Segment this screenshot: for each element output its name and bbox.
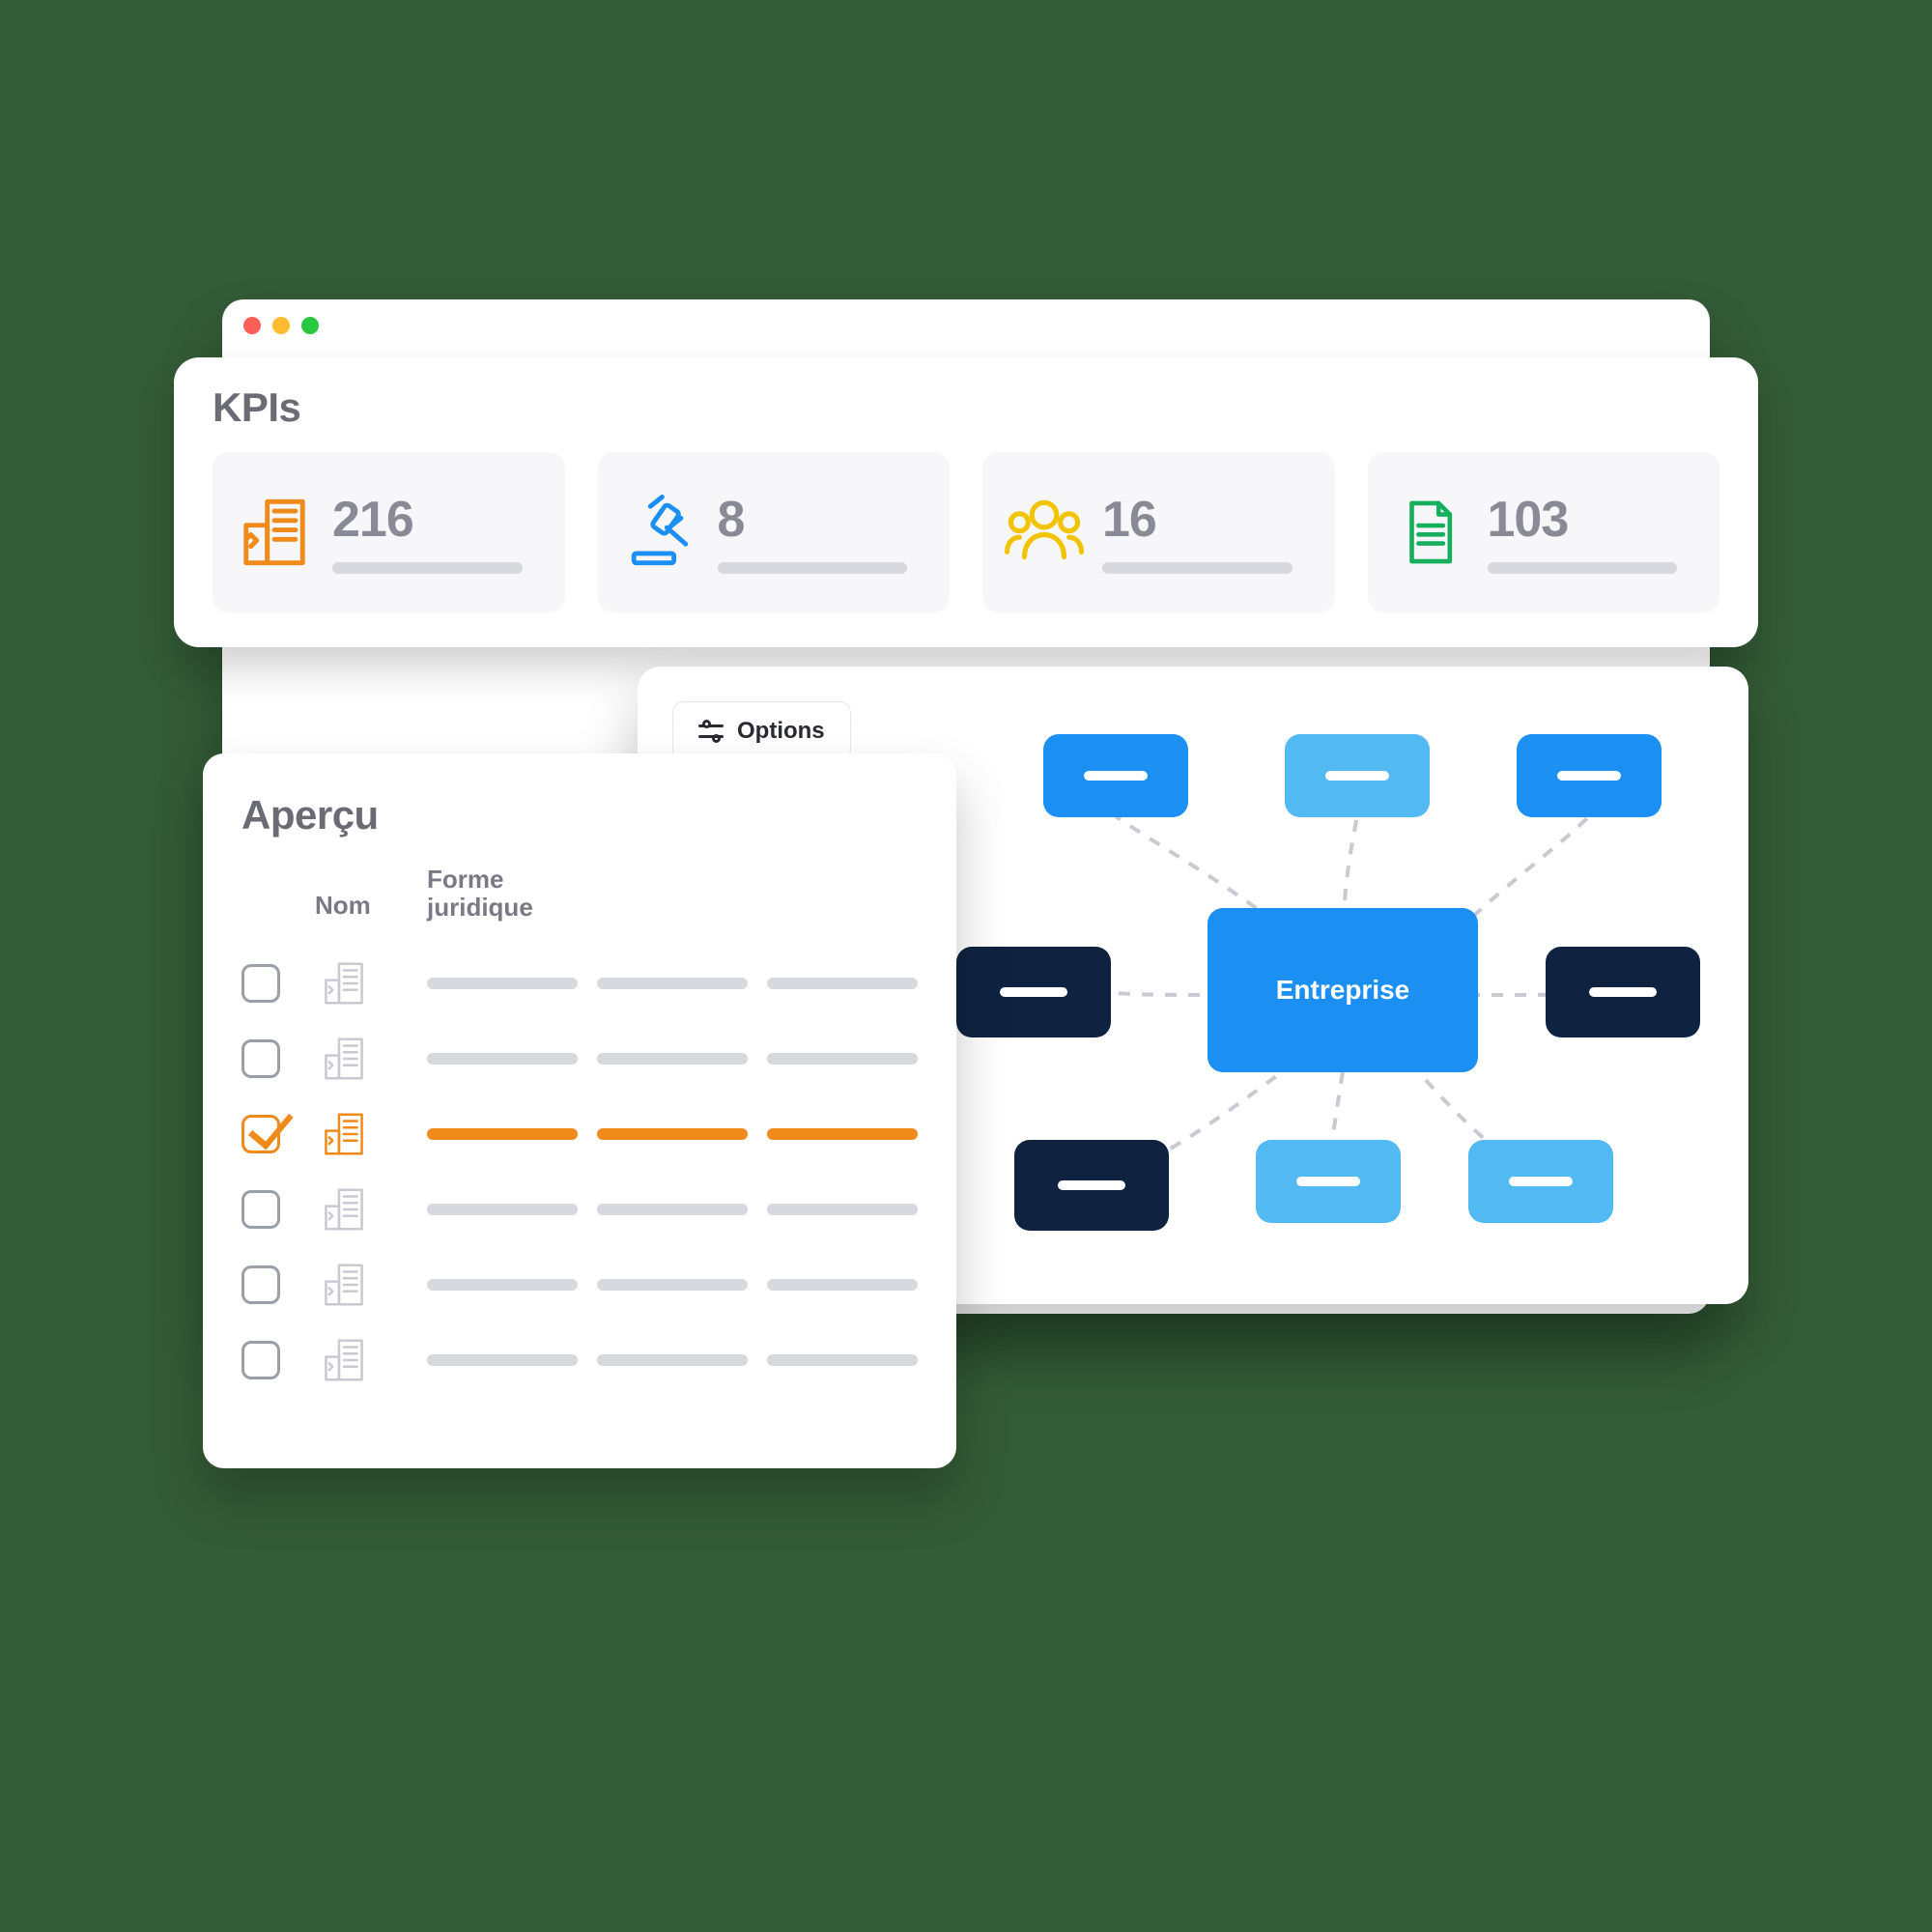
document-icon bbox=[1389, 492, 1470, 573]
placeholder-line bbox=[427, 1128, 578, 1140]
placeholder-line bbox=[767, 1128, 918, 1140]
placeholder-line bbox=[767, 1279, 918, 1291]
graph-node[interactable] bbox=[1285, 734, 1430, 817]
kpi-value: 103 bbox=[1488, 491, 1699, 549]
placeholder-line bbox=[767, 978, 918, 989]
kpi-card-building[interactable]: 216 bbox=[213, 452, 565, 612]
graph-center-label: Entreprise bbox=[1276, 975, 1410, 1006]
graph-node[interactable] bbox=[1517, 734, 1662, 817]
kpi-panel: KPIs 216 bbox=[174, 357, 1758, 647]
kpi-value: 16 bbox=[1102, 491, 1314, 549]
placeholder-line bbox=[427, 1053, 578, 1065]
placeholder-line bbox=[767, 1204, 918, 1215]
kpi-row: 216 8 bbox=[213, 452, 1719, 612]
checkbox[interactable] bbox=[242, 1265, 280, 1304]
table-row[interactable] bbox=[242, 946, 918, 1021]
people-icon bbox=[1004, 492, 1085, 573]
graph-node[interactable] bbox=[1014, 1140, 1169, 1231]
gavel-icon bbox=[619, 492, 700, 573]
building-icon bbox=[315, 957, 373, 1009]
placeholder-line bbox=[1557, 771, 1621, 781]
checkbox[interactable] bbox=[242, 1039, 280, 1078]
building-icon bbox=[315, 1334, 373, 1386]
table-row[interactable] bbox=[242, 1096, 918, 1172]
placeholder-line bbox=[597, 978, 748, 989]
kpi-card-gavel[interactable]: 8 bbox=[598, 452, 951, 612]
kpi-title: KPIs bbox=[213, 384, 1719, 431]
col-forme-juridique: Forme juridique bbox=[427, 866, 578, 921]
graph-node[interactable] bbox=[1546, 947, 1700, 1037]
placeholder-line bbox=[597, 1204, 748, 1215]
graph-center-node[interactable]: Entreprise bbox=[1208, 908, 1478, 1072]
building-icon bbox=[234, 492, 315, 573]
close-icon[interactable] bbox=[243, 317, 261, 334]
placeholder-line bbox=[767, 1354, 918, 1366]
placeholder-line bbox=[1296, 1177, 1360, 1186]
placeholder-line bbox=[597, 1128, 748, 1140]
kpi-value: 8 bbox=[718, 491, 929, 549]
placeholder-line bbox=[1509, 1177, 1573, 1186]
placeholder-line bbox=[1102, 562, 1293, 574]
placeholder-line bbox=[1325, 771, 1389, 781]
building-icon bbox=[315, 1183, 373, 1236]
table-row[interactable] bbox=[242, 1021, 918, 1096]
placeholder-line bbox=[597, 1053, 748, 1065]
graph-node[interactable] bbox=[956, 947, 1111, 1037]
checkbox[interactable] bbox=[242, 964, 280, 1003]
table-row[interactable] bbox=[242, 1247, 918, 1322]
table-head: Nom Forme juridique bbox=[242, 866, 918, 921]
placeholder-line bbox=[427, 1354, 578, 1366]
checkbox[interactable] bbox=[242, 1115, 280, 1153]
placeholder-line bbox=[1488, 562, 1678, 574]
table-row[interactable] bbox=[242, 1172, 918, 1247]
placeholder-line bbox=[718, 562, 908, 574]
apercu-title: Aperçu bbox=[242, 792, 918, 838]
placeholder-line bbox=[1058, 1180, 1125, 1190]
placeholder-line bbox=[427, 1279, 578, 1291]
apercu-card: Aperçu Nom Forme juridique bbox=[203, 753, 956, 1468]
kpi-card-document[interactable]: 103 bbox=[1368, 452, 1720, 612]
graph-node[interactable] bbox=[1043, 734, 1188, 817]
table-row[interactable] bbox=[242, 1322, 918, 1398]
placeholder-line bbox=[332, 562, 523, 574]
minimize-icon[interactable] bbox=[272, 317, 290, 334]
building-icon bbox=[315, 1108, 373, 1160]
window-titlebar bbox=[222, 299, 1710, 352]
placeholder-line bbox=[1000, 987, 1067, 997]
placeholder-line bbox=[427, 1204, 578, 1215]
graph-node[interactable] bbox=[1468, 1140, 1613, 1223]
maximize-icon[interactable] bbox=[301, 317, 319, 334]
building-icon bbox=[315, 1259, 373, 1311]
sliders-icon bbox=[698, 721, 724, 742]
placeholder-line bbox=[1084, 771, 1148, 781]
placeholder-line bbox=[597, 1279, 748, 1291]
checkbox[interactable] bbox=[242, 1341, 280, 1379]
options-button[interactable]: Options bbox=[672, 701, 851, 761]
graph-area[interactable]: Entreprise bbox=[927, 696, 1719, 1275]
placeholder-line bbox=[427, 978, 578, 989]
col-nom: Nom bbox=[315, 891, 408, 921]
graph-node[interactable] bbox=[1256, 1140, 1401, 1223]
placeholder-line bbox=[1589, 987, 1657, 997]
kpi-card-people[interactable]: 16 bbox=[982, 452, 1335, 612]
placeholder-line bbox=[597, 1354, 748, 1366]
placeholder-line bbox=[767, 1053, 918, 1065]
checkbox[interactable] bbox=[242, 1190, 280, 1229]
options-label: Options bbox=[737, 718, 825, 745]
kpi-value: 216 bbox=[332, 491, 544, 549]
building-icon bbox=[315, 1033, 373, 1085]
